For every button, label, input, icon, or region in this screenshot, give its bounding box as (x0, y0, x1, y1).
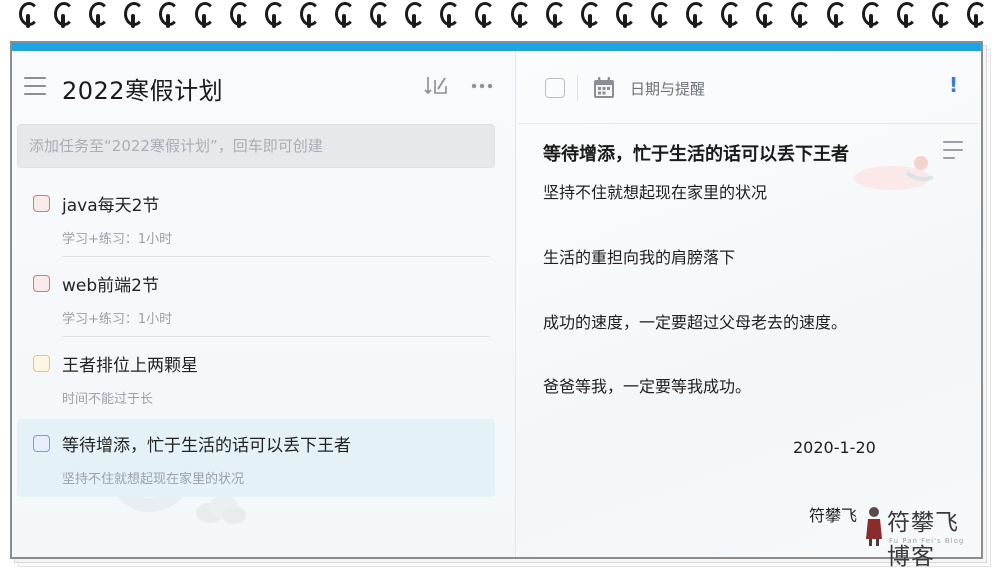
app-window: 2022寒假计划 java每天2节 学习+练习：1小时 (10, 41, 983, 559)
task-detail-panel: 日期与提醒 ! 等待增添，忙于生活的话可以丢下王者 坚持不住就想起现在家里的状况… (517, 51, 981, 557)
task-note: 时间不能过于长 (62, 392, 154, 407)
calendar-icon[interactable] (593, 77, 615, 99)
task-checkbox[interactable] (33, 435, 50, 452)
detail-signature[interactable]: 符攀飞 (809, 502, 857, 526)
watermark-figure-icon (866, 507, 882, 546)
task-checkbox[interactable] (33, 275, 50, 292)
task-note: 学习+练习：1小时 (62, 232, 173, 247)
detail-date-text[interactable]: 2020-1-20 (793, 438, 876, 457)
swimmer-decoration (854, 156, 934, 190)
task-note: 坚持不住就想起现在家里的状况 (62, 472, 245, 487)
task-title: 王者排位上两颗星 (62, 356, 198, 376)
page: 2022寒假计划 java每天2节 学习+练习：1小时 (0, 0, 998, 576)
spiral-binding (0, 0, 998, 32)
priority-icon[interactable]: ! (949, 73, 958, 97)
task-item[interactable]: java每天2节 学习+练习：1小时 (17, 179, 495, 257)
task-checkbox[interactable] (33, 355, 50, 372)
detail-text-line[interactable]: 坚持不住就想起现在家里的状况 (543, 179, 767, 203)
divider (577, 75, 578, 101)
task-item-selected[interactable]: 等待增添，忙于生活的话可以丢下王者 坚持不住就想起现在家里的状况 (17, 419, 495, 497)
blog-watermark: 符攀飞博客 Fu Pan Fei's Blog (862, 503, 982, 570)
add-task-input[interactable] (17, 124, 495, 168)
detail-checkbox[interactable] (545, 78, 565, 98)
watermark-subtext: Fu Pan Fei's Blog (889, 537, 965, 545)
task-title: 等待增添，忙于生活的话可以丢下王者 (62, 436, 351, 456)
task-note: 学习+练习：1小时 (62, 312, 173, 327)
task-item[interactable]: 王者排位上两颗星 时间不能过于长 (17, 339, 495, 417)
menu-icon[interactable] (24, 77, 46, 95)
task-list-panel: 2022寒假计划 java每天2节 学习+练习：1小时 (12, 51, 516, 557)
detail-text-line[interactable]: 爸爸等我，一定要等我成功。 (543, 373, 751, 397)
divider (62, 256, 490, 257)
divider (517, 123, 981, 124)
task-title: java每天2节 (62, 196, 160, 216)
more-icon[interactable] (470, 75, 494, 97)
task-checkbox[interactable] (33, 195, 50, 212)
task-item[interactable]: web前端2节 学习+练习：1小时 (17, 259, 495, 337)
detail-text-line[interactable]: 生活的重担向我的肩膀落下 (543, 244, 735, 268)
task-title: web前端2节 (62, 276, 159, 296)
notes-format-icon[interactable] (943, 141, 963, 159)
accent-bar (12, 43, 981, 51)
divider (62, 336, 490, 337)
sort-edit-icon[interactable] (424, 75, 448, 97)
detail-text-line[interactable]: 成功的速度，一定要超过父母老去的速度。 (543, 309, 847, 333)
date-reminder-button[interactable]: 日期与提醒 (630, 78, 705, 99)
list-title: 2022寒假计划 (62, 77, 224, 105)
detail-title[interactable]: 等待增添，忙于生活的话可以丢下王者 (543, 140, 849, 166)
